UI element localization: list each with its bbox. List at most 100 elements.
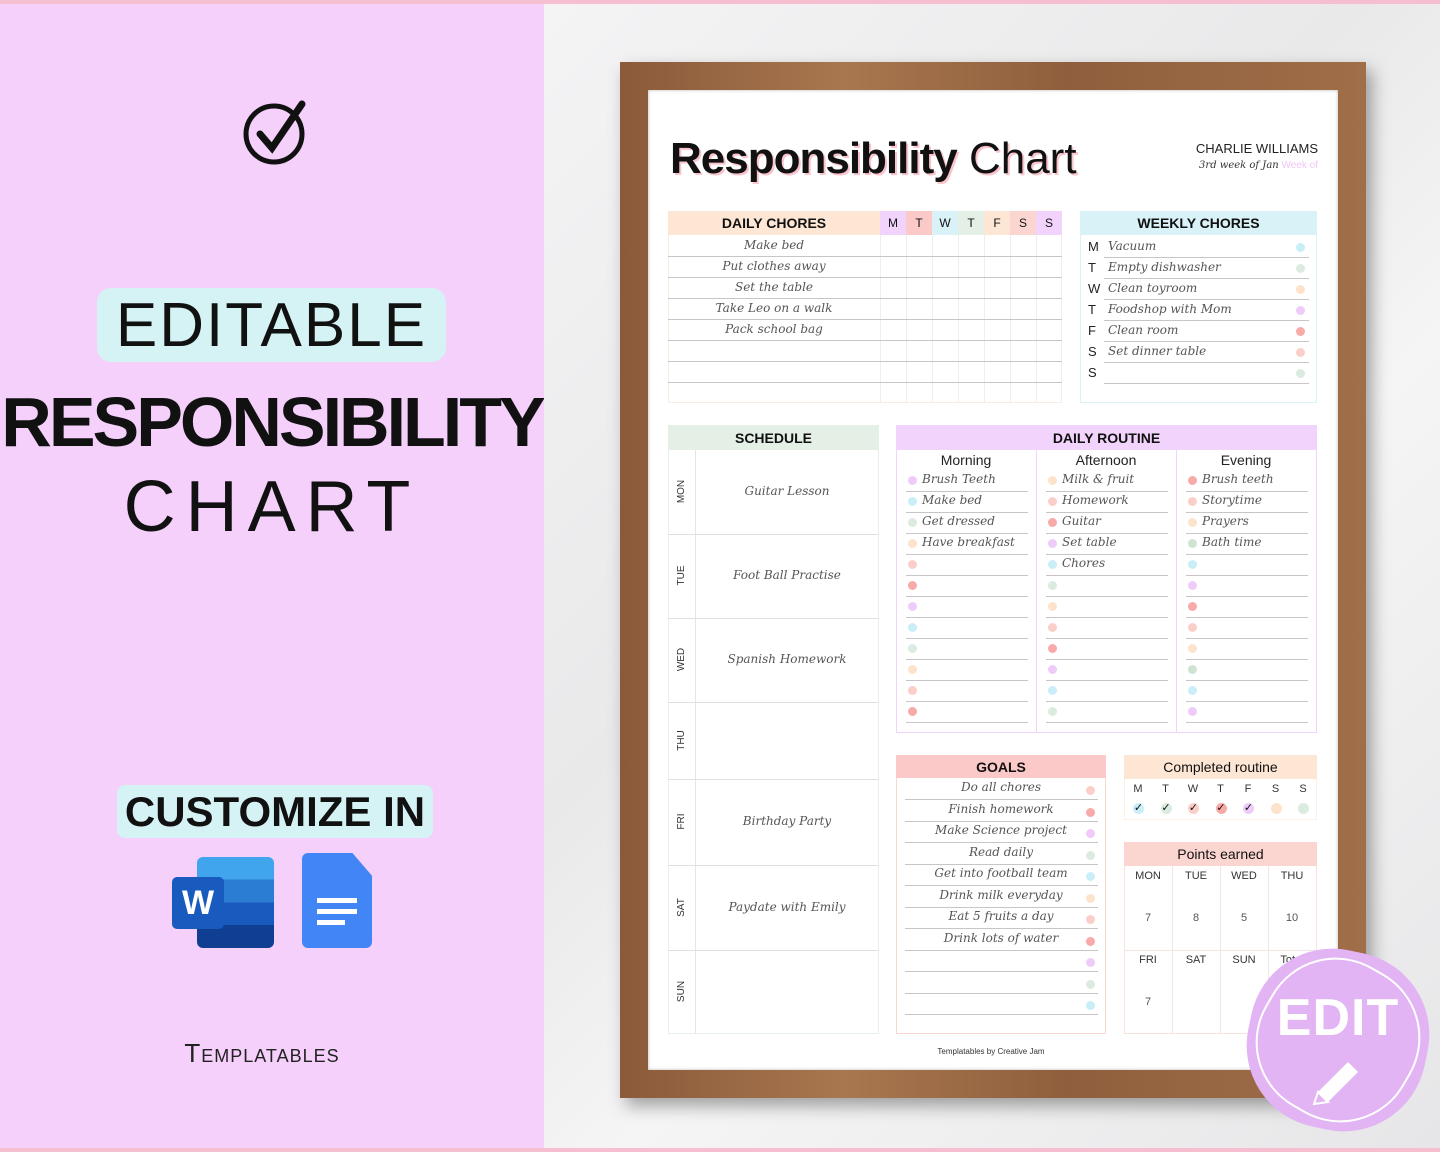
weekly-chore-item[interactable]: Empty dishwasher	[1108, 260, 1221, 274]
weekly-chore-item[interactable]: Set dinner table	[1108, 344, 1206, 358]
weekly-chore-item[interactable]: Vacuum	[1108, 239, 1156, 253]
chore-checkbox-cell[interactable]	[907, 236, 931, 255]
schedule-event[interactable]: Guitar Lesson	[695, 484, 879, 498]
routine-item[interactable]: Brush teeth	[1202, 472, 1274, 486]
chore-item[interactable]: Take Leo on a walk	[668, 301, 880, 315]
chore-checkbox-cell[interactable]	[1037, 362, 1061, 381]
chore-checkbox-cell[interactable]	[881, 320, 905, 339]
chore-checkbox-cell[interactable]	[1037, 299, 1061, 318]
routine-item[interactable]: Chores	[1062, 556, 1105, 570]
goal-item[interactable]: Eat 5 fruits a day	[896, 909, 1106, 923]
points-value[interactable]: 7	[1124, 912, 1172, 924]
chore-checkbox-cell[interactable]	[933, 362, 957, 381]
chore-checkbox-cell[interactable]	[907, 341, 931, 360]
chore-item[interactable]: Pack school bag	[668, 322, 880, 336]
schedule-event[interactable]: Spanish Homework	[695, 652, 879, 666]
chore-checkbox-cell[interactable]	[959, 299, 983, 318]
chore-checkbox-cell[interactable]	[933, 341, 957, 360]
routine-item[interactable]: Brush Teeth	[922, 472, 996, 486]
chore-checkbox-cell[interactable]	[985, 278, 1009, 297]
routine-item[interactable]: Storytime	[1202, 493, 1262, 507]
goal-item[interactable]: Make Science project	[896, 823, 1106, 837]
schedule-event[interactable]: Foot Ball Practise	[695, 568, 879, 582]
goal-item[interactable]: Drink milk everyday	[896, 888, 1106, 902]
chore-checkbox-cell[interactable]	[1011, 320, 1035, 339]
completed-check[interactable]	[1298, 803, 1309, 814]
chore-checkbox-cell[interactable]	[907, 362, 931, 381]
chore-checkbox-cell[interactable]	[881, 341, 905, 360]
chore-checkbox-cell[interactable]	[1011, 383, 1035, 402]
points-value[interactable]: 7	[1124, 996, 1172, 1008]
routine-item[interactable]: Homework	[1062, 493, 1129, 507]
chore-checkbox-cell[interactable]	[881, 383, 905, 402]
goal-item[interactable]: Get into football team	[896, 866, 1106, 880]
chore-checkbox-cell[interactable]	[985, 341, 1009, 360]
chore-checkbox-cell[interactable]	[933, 236, 957, 255]
chore-checkbox-cell[interactable]	[985, 257, 1009, 276]
chore-checkbox-cell[interactable]	[1011, 362, 1035, 381]
chore-checkbox-cell[interactable]	[1037, 236, 1061, 255]
chore-checkbox-cell[interactable]	[907, 278, 931, 297]
weekly-chore-item[interactable]: Foodshop with Mom	[1108, 302, 1232, 316]
chore-item[interactable]: Make bed	[668, 238, 880, 252]
routine-item[interactable]: Milk & fruit	[1062, 472, 1134, 486]
completed-check[interactable]	[1270, 803, 1282, 814]
chore-checkbox-cell[interactable]	[907, 257, 931, 276]
chore-checkbox-cell[interactable]	[881, 299, 905, 318]
chore-checkbox-cell[interactable]	[1011, 299, 1035, 318]
weekly-chore-item[interactable]: Clean room	[1108, 323, 1178, 337]
chore-checkbox-cell[interactable]	[1037, 341, 1061, 360]
chore-checkbox-cell[interactable]	[933, 278, 957, 297]
goal-item[interactable]: Do all chores	[896, 780, 1106, 794]
completed-check[interactable]: ✓	[1160, 803, 1172, 814]
routine-item[interactable]: Make bed	[922, 493, 982, 507]
routine-item[interactable]: Get dressed	[922, 514, 995, 528]
points-value[interactable]: 5	[1220, 912, 1268, 924]
chore-checkbox-cell[interactable]	[881, 362, 905, 381]
chore-checkbox-cell[interactable]	[1037, 320, 1061, 339]
chore-checkbox-cell[interactable]	[933, 320, 957, 339]
completed-check[interactable]: ✓	[1215, 803, 1227, 814]
goal-item[interactable]: Drink lots of water	[896, 931, 1106, 945]
routine-item[interactable]: Set table	[1062, 535, 1117, 549]
chore-checkbox-cell[interactable]	[1011, 278, 1035, 297]
chore-checkbox-cell[interactable]	[985, 383, 1009, 402]
chore-checkbox-cell[interactable]	[959, 320, 983, 339]
chore-checkbox-cell[interactable]	[1011, 341, 1035, 360]
chore-checkbox-cell[interactable]	[985, 299, 1009, 318]
chore-checkbox-cell[interactable]	[881, 278, 905, 297]
routine-item[interactable]: Have breakfast	[922, 535, 1015, 549]
chore-checkbox-cell[interactable]	[907, 299, 931, 318]
chore-checkbox-cell[interactable]	[959, 236, 983, 255]
points-value[interactable]: 8	[1172, 912, 1220, 924]
chore-item[interactable]: Set the table	[668, 280, 880, 294]
chore-checkbox-cell[interactable]	[1037, 278, 1061, 297]
chore-checkbox-cell[interactable]	[985, 362, 1009, 381]
points-value[interactable]: 10	[1268, 912, 1316, 924]
chore-checkbox-cell[interactable]	[959, 257, 983, 276]
goal-item[interactable]: Read daily	[896, 845, 1106, 859]
schedule-event[interactable]: Birthday Party	[695, 814, 879, 828]
chore-checkbox-cell[interactable]	[959, 383, 983, 402]
completed-check[interactable]: ✓	[1188, 803, 1199, 814]
schedule-event[interactable]: Paydate with Emily	[695, 900, 879, 914]
chore-checkbox-cell[interactable]	[881, 236, 905, 255]
chore-checkbox-cell[interactable]	[985, 320, 1009, 339]
chore-checkbox-cell[interactable]	[881, 257, 905, 276]
chore-item[interactable]: Put clothes away	[668, 259, 880, 273]
chore-checkbox-cell[interactable]	[907, 383, 931, 402]
week-field[interactable]: 3rd week of Jan Week of	[1120, 160, 1318, 171]
chore-checkbox-cell[interactable]	[933, 257, 957, 276]
chore-checkbox-cell[interactable]	[907, 320, 931, 339]
chore-checkbox-cell[interactable]	[1037, 383, 1061, 402]
chore-checkbox-cell[interactable]	[1011, 236, 1035, 255]
routine-item[interactable]: Bath time	[1202, 535, 1261, 549]
completed-check[interactable]: ✓	[1133, 803, 1144, 814]
chore-checkbox-cell[interactable]	[933, 383, 957, 402]
chore-checkbox-cell[interactable]	[933, 299, 957, 318]
chore-checkbox-cell[interactable]	[959, 278, 983, 297]
routine-item[interactable]: Prayers	[1202, 514, 1249, 528]
chore-checkbox-cell[interactable]	[1011, 257, 1035, 276]
chore-checkbox-cell[interactable]	[1037, 257, 1061, 276]
completed-check[interactable]: ✓	[1243, 803, 1254, 814]
